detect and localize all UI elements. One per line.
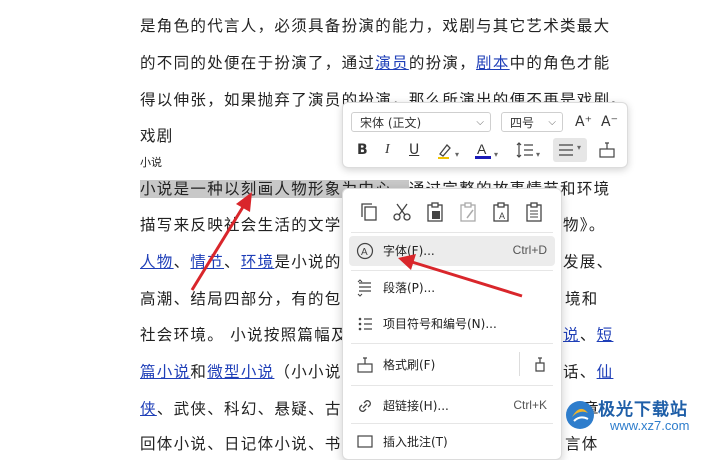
watermark-logo-icon <box>566 401 594 429</box>
arrow-to-selection <box>190 192 252 291</box>
watermark-logo: 极光下载站 www.xz7.com <box>560 393 711 445</box>
annotation-arrows <box>190 192 523 298</box>
watermark-title: 极光下载站 <box>598 400 688 420</box>
arrow-to-font-menu-item <box>398 254 523 298</box>
watermark-url: www.xz7.com <box>610 418 690 433</box>
